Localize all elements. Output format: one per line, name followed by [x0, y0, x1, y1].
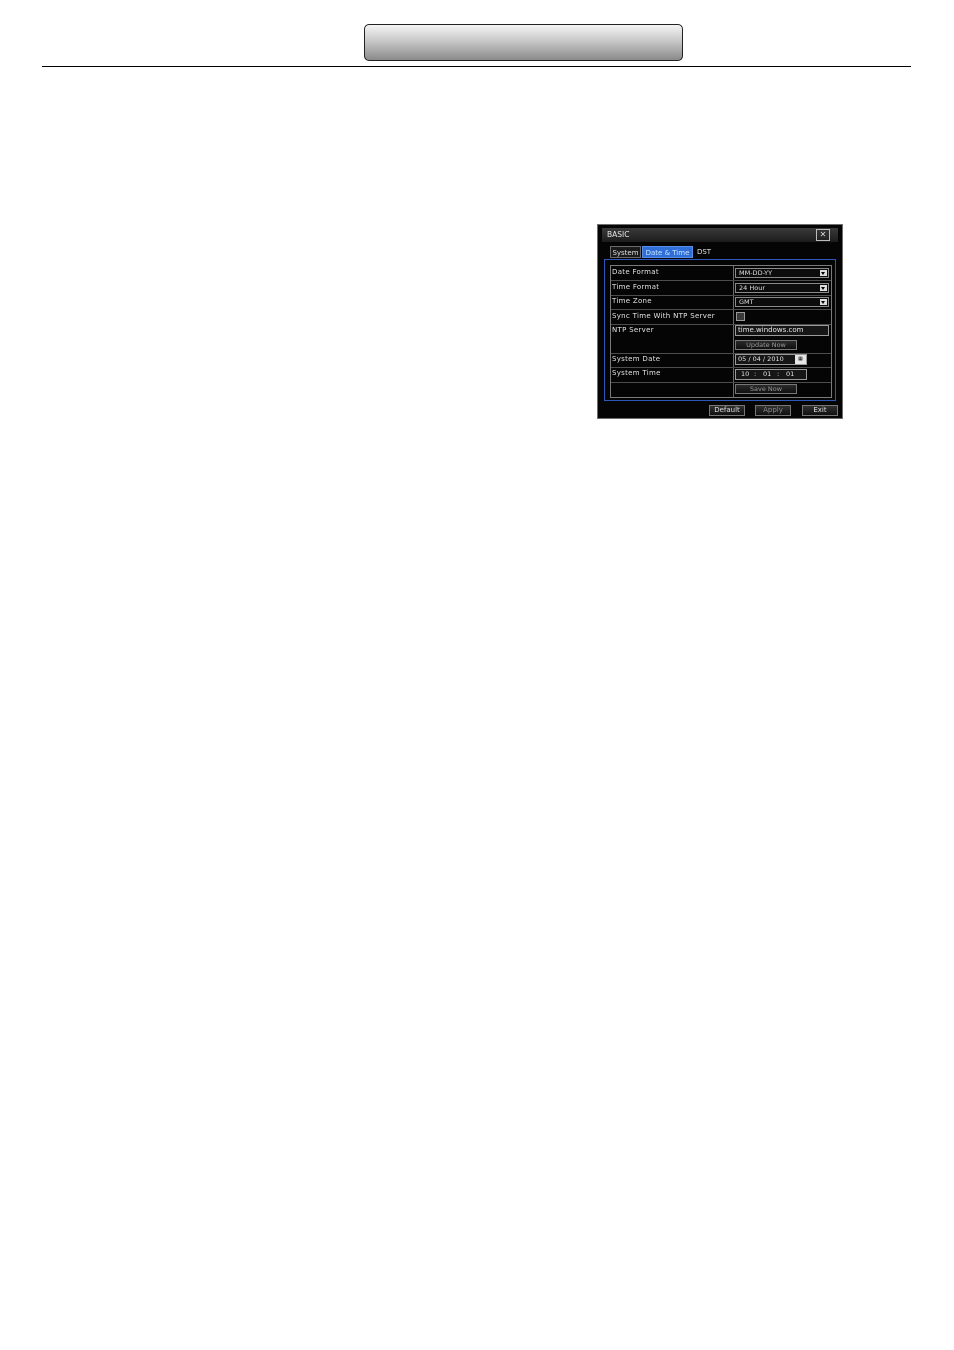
time-zone-label: Time Zone: [612, 297, 652, 305]
time-format-label: Time Format: [612, 283, 660, 291]
settings-grid: Date Format MM-DD-YY Time Format 24 Hour…: [610, 265, 832, 398]
date-format-label: Date Format: [612, 268, 659, 276]
system-time-input[interactable]: 10 : 01 : 01: [735, 369, 807, 380]
time-minute[interactable]: 01: [763, 370, 771, 379]
sync-ntp-checkbox[interactable]: [736, 312, 745, 321]
chevron-down-icon: [820, 285, 827, 291]
exit-button[interactable]: Exit: [802, 405, 838, 416]
update-now-button[interactable]: Update Now: [735, 340, 797, 350]
row-divider: [611, 280, 831, 281]
chevron-down-icon: [820, 270, 827, 276]
chevron-down-icon: [820, 299, 827, 305]
time-zone-value: GMT: [739, 298, 754, 306]
time-format-value: 24 Hour: [739, 284, 765, 292]
dialog-title: BASIC: [607, 230, 630, 239]
time-second[interactable]: 01: [786, 370, 794, 379]
apply-button[interactable]: Apply: [755, 405, 791, 416]
date-format-value: MM-DD-YY: [739, 269, 773, 277]
date-format-select[interactable]: MM-DD-YY: [735, 268, 829, 278]
system-date-label: System Date: [612, 355, 661, 363]
ntp-server-input[interactable]: time.windows.com: [735, 325, 829, 336]
time-hour[interactable]: 10: [741, 370, 749, 379]
ntp-server-label: NTP Server: [612, 326, 654, 334]
system-time-label: System Time: [612, 369, 661, 377]
header-rule: [42, 66, 911, 67]
close-icon[interactable]: ✕: [816, 229, 830, 241]
section-header-tab: [364, 24, 683, 61]
tab-system[interactable]: System: [610, 246, 641, 258]
time-format-select[interactable]: 24 Hour: [735, 283, 829, 293]
time-separator: :: [754, 370, 757, 378]
grid-divider: [733, 266, 734, 397]
calendar-icon[interactable]: ▦: [795, 355, 806, 364]
save-now-button[interactable]: Save Now: [735, 384, 797, 394]
time-zone-select[interactable]: GMT: [735, 297, 829, 307]
system-date-value: 05 / 04 / 2010: [738, 355, 784, 363]
basic-settings-dialog: BASIC ✕ System Date & Time DST Date Form…: [597, 224, 843, 419]
tab-date-time[interactable]: Date & Time: [642, 246, 693, 258]
default-button[interactable]: Default: [709, 405, 745, 416]
sync-ntp-label: Sync Time With NTP Server: [612, 312, 715, 320]
dialog-titlebar: [602, 228, 838, 242]
time-separator: :: [777, 370, 780, 378]
row-divider: [611, 382, 831, 383]
tab-dst[interactable]: DST: [695, 246, 713, 258]
row-divider: [611, 367, 831, 368]
row-divider: [611, 295, 831, 296]
row-divider: [611, 309, 831, 310]
